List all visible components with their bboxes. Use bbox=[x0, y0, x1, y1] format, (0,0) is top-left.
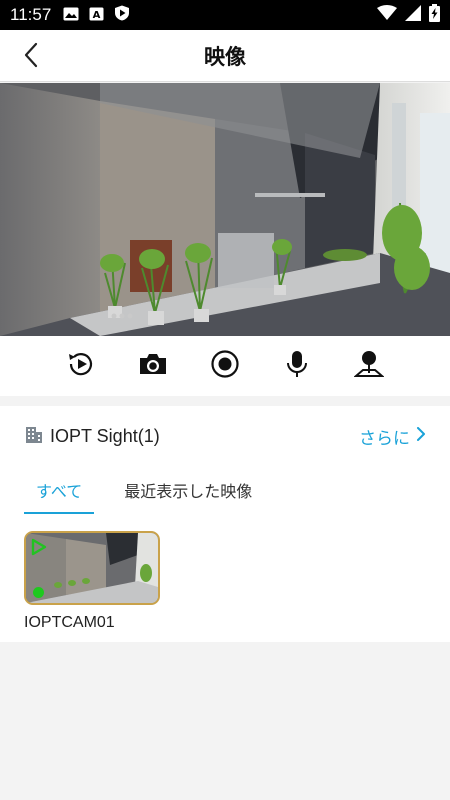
building-icon bbox=[24, 424, 44, 448]
camera-tabs: すべて 最近表示した映像 bbox=[24, 478, 252, 514]
a-badge-icon: A bbox=[89, 6, 104, 25]
status-bar: 11:57 A bbox=[0, 0, 450, 30]
video-page-dot-1 bbox=[111, 313, 117, 319]
playback-button[interactable] bbox=[65, 350, 97, 382]
battery-charging-icon bbox=[429, 4, 440, 26]
snapshot-button[interactable] bbox=[137, 350, 169, 382]
online-status-dot bbox=[33, 587, 44, 598]
status-time: 11:57 bbox=[10, 5, 52, 24]
site-header: IOPT Sight(1) さらに bbox=[24, 424, 426, 449]
device-list-section: IOPT Sight(1) さらに すべて 最近表示した映像 IOPTCAM01 bbox=[0, 406, 450, 642]
back-button[interactable] bbox=[14, 40, 48, 74]
joystick-icon bbox=[353, 349, 385, 383]
camera-name: IOPTCAM01 bbox=[24, 614, 115, 631]
more-link[interactable]: さらに bbox=[359, 424, 426, 449]
more-label: さらに bbox=[359, 428, 410, 449]
live-video-view[interactable] bbox=[0, 83, 450, 336]
shield-play-icon bbox=[114, 5, 130, 25]
signal-icon bbox=[405, 5, 421, 25]
ptz-button[interactable] bbox=[353, 350, 385, 382]
camera-icon bbox=[138, 351, 168, 381]
talk-button[interactable] bbox=[281, 350, 313, 382]
play-icon bbox=[31, 538, 47, 556]
app-bar: 映像 bbox=[0, 30, 450, 82]
tab-all[interactable]: すべて bbox=[24, 478, 95, 514]
video-page-dot-2 bbox=[119, 313, 125, 319]
record-icon bbox=[210, 349, 240, 383]
svg-text:A: A bbox=[93, 10, 101, 21]
site-name: IOPT Sight(1) bbox=[50, 425, 160, 446]
tab-recent[interactable]: 最近表示した映像 bbox=[124, 478, 252, 514]
camera-card[interactable]: IOPTCAM01 bbox=[24, 531, 160, 632]
replay-play-icon bbox=[66, 349, 96, 383]
wifi-icon bbox=[377, 5, 397, 25]
video-controls bbox=[0, 336, 450, 396]
record-button[interactable] bbox=[209, 350, 241, 382]
chevron-left-icon bbox=[23, 42, 39, 72]
chevron-right-icon bbox=[416, 426, 426, 446]
image-icon bbox=[63, 6, 79, 25]
video-page-dot-3 bbox=[127, 313, 133, 319]
camera-thumbnail[interactable] bbox=[24, 531, 160, 605]
microphone-icon bbox=[285, 349, 309, 383]
page-title: 映像 bbox=[204, 44, 246, 69]
